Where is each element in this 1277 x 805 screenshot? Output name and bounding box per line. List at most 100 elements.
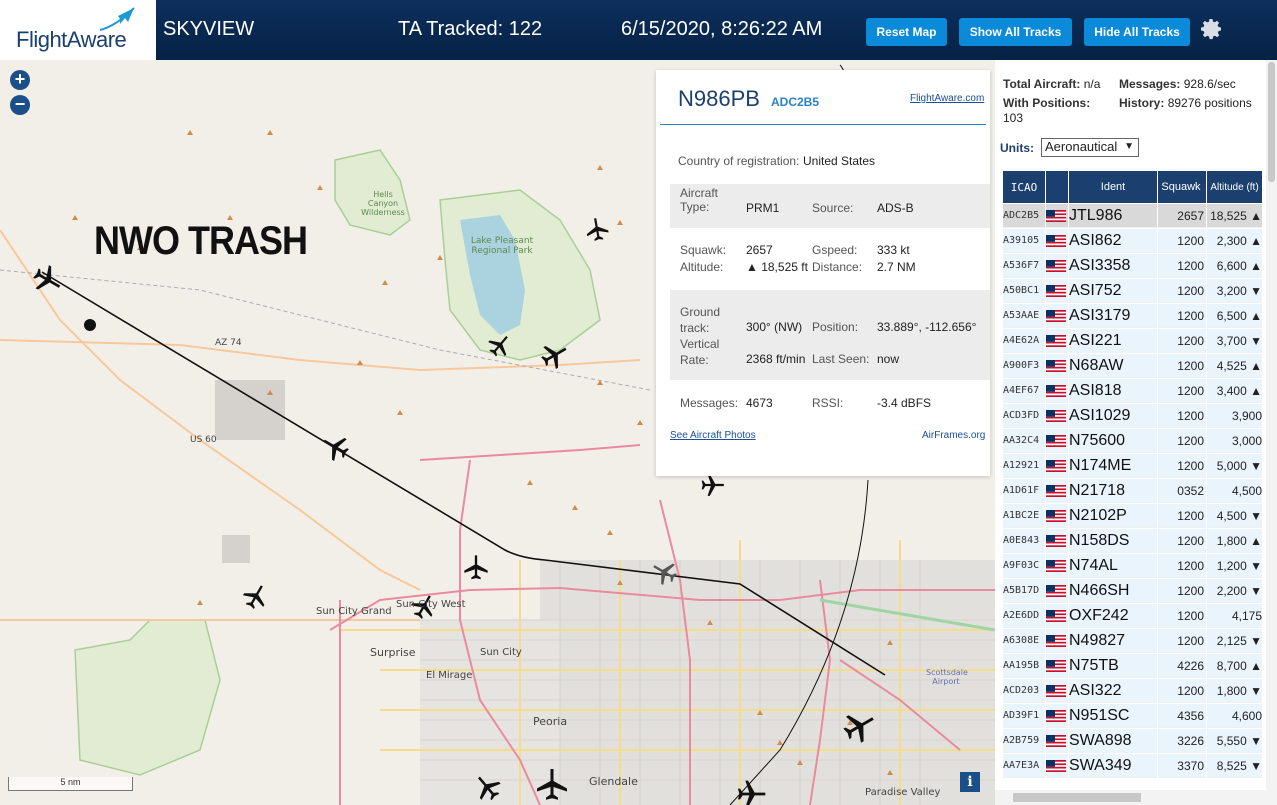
row-altitude: 5,000 ▼ <box>1207 454 1262 478</box>
history-label: History: <box>1119 96 1165 110</box>
column-header-ident[interactable]: Ident <box>1069 171 1157 203</box>
row-icao: AD39F1 <box>1003 704 1045 728</box>
table-row[interactable]: A50BC1 ASI752 1200 3,200 ▼ <box>1003 279 1262 303</box>
table-row[interactable]: ACD3FD ASI1029 1200 3,900 <box>1003 404 1262 428</box>
table-row[interactable]: A2B759 SWA898 3226 5,550 ▼ <box>1003 729 1262 753</box>
aircraft-icon[interactable] <box>487 332 513 358</box>
map-label: Sun City West <box>396 599 466 610</box>
aircraft-icon[interactable] <box>320 432 350 462</box>
table-row[interactable]: A1D61F N21718 0352 4,500 <box>1003 479 1262 503</box>
row-flag <box>1046 354 1068 378</box>
row-ident: SWA898 <box>1069 729 1157 753</box>
last-seen-value: now <box>877 352 900 366</box>
us-flag-icon <box>1046 585 1066 598</box>
table-row[interactable]: A900F3 N68AW 1200 4,525 ▲ <box>1003 354 1262 378</box>
row-flag <box>1046 679 1068 703</box>
us-flag-icon <box>1046 735 1066 748</box>
aircraft-icon[interactable] <box>242 582 270 610</box>
column-header-icao[interactable]: ICAO <box>1003 171 1045 203</box>
show-all-tracks-button[interactable]: Show All Tracks <box>959 18 1072 46</box>
table-row[interactable]: AA7E3A SWA349 3370 8,525 ▼ <box>1003 754 1262 778</box>
squawk-label: Squawk: <box>680 243 727 257</box>
flightaware-link[interactable]: FlightAware.com <box>910 93 984 104</box>
row-flag <box>1046 429 1068 453</box>
table-row[interactable]: A536F7 ASI3358 1200 6,600 ▲ <box>1003 254 1262 278</box>
aircraft-type-value: PRM1 <box>746 201 780 215</box>
row-flag <box>1046 579 1068 603</box>
table-row[interactable]: A6308E N49827 1200 2,125 ▼ <box>1003 629 1262 653</box>
column-header-flag[interactable] <box>1046 171 1068 203</box>
table-row[interactable]: AA195B N75TB 4226 8,700 ▲ <box>1003 654 1262 678</box>
row-squawk: 1200 <box>1158 229 1206 253</box>
row-squawk: 1200 <box>1158 679 1206 703</box>
row-flag <box>1046 754 1068 778</box>
table-row[interactable]: A4EF67 ASI818 1200 3,400 ▲ <box>1003 379 1262 403</box>
aircraft-icon[interactable] <box>534 766 570 802</box>
column-header-altitude[interactable]: Altitude (ft) <box>1207 171 1262 203</box>
horizontal-scrollbar-thumb[interactable] <box>1013 793 1141 802</box>
reset-map-button[interactable]: Reset Map <box>866 18 947 46</box>
airframes-link[interactable]: AirFrames.org <box>922 430 985 441</box>
table-row[interactable]: A0E843 N158DS 1200 1,800 ▲ <box>1003 529 1262 553</box>
us-flag-icon <box>1046 235 1066 248</box>
row-squawk: 1200 <box>1158 529 1206 553</box>
table-row[interactable]: A5B17D N466SH 1200 2,200 ▼ <box>1003 579 1262 603</box>
aircraft-icon[interactable] <box>540 340 570 370</box>
row-squawk: 1200 <box>1158 254 1206 278</box>
row-squawk: 1200 <box>1158 604 1206 628</box>
zoom-in-button[interactable]: + <box>10 70 30 90</box>
logo-text: FlightAware <box>16 27 127 52</box>
aircraft-icon[interactable] <box>584 216 610 242</box>
aircraft-table: ICAO Ident Squawk Altitude (ft) ADC2B5 JT… <box>1002 170 1263 779</box>
map-label: Sun City <box>480 647 522 658</box>
table-row[interactable]: ADC2B5 JTL986 2657 18,525 ▲ <box>1003 204 1262 228</box>
distance-label: Distance: <box>812 260 863 274</box>
table-row[interactable]: A9F03C N74AL 1200 1,200 ▼ <box>1003 554 1262 578</box>
column-header-squawk[interactable]: Squawk <box>1158 171 1206 203</box>
selected-aircraft-icon[interactable] <box>650 558 678 586</box>
table-row[interactable]: A39105 ASI862 1200 2,300 ▲ <box>1003 229 1262 253</box>
map-label: Peoria <box>533 715 568 728</box>
us-flag-icon <box>1046 535 1066 548</box>
aircraft-icon[interactable] <box>842 708 878 744</box>
aircraft-icon[interactable] <box>32 264 64 296</box>
aircraft-photos-link[interactable]: See Aircraft Photos <box>670 430 756 441</box>
table-row[interactable]: A12921 N174ME 1200 5,000 ▼ <box>1003 454 1262 478</box>
row-flag <box>1046 529 1068 553</box>
map-label: Hells Canyon Wilderness <box>361 190 405 217</box>
table-row[interactable]: A53AAE ASI3179 1200 6,500 ▲ <box>1003 304 1262 328</box>
row-altitude: 3,900 <box>1207 404 1262 428</box>
table-row[interactable]: ACD203 ASI322 1200 1,800 ▼ <box>1003 679 1262 703</box>
gear-icon[interactable] <box>1200 17 1224 41</box>
row-squawk: 1200 <box>1158 504 1206 528</box>
row-flag <box>1046 704 1068 728</box>
map-label: Glendale <box>589 775 638 788</box>
table-row[interactable]: A4E62A ASI221 1200 3,700 ▼ <box>1003 329 1262 353</box>
aircraft-icon[interactable] <box>472 772 502 802</box>
info-icon[interactable]: i <box>960 772 980 792</box>
aircraft-icon[interactable] <box>736 778 768 805</box>
row-flag <box>1046 404 1068 428</box>
row-icao: A1D61F <box>1003 479 1045 503</box>
row-flag <box>1046 329 1068 353</box>
table-row[interactable]: AD39F1 N951SC 4356 4,600 <box>1003 704 1262 728</box>
row-altitude: 2,200 ▼ <box>1207 579 1262 603</box>
us-flag-icon <box>1046 760 1066 773</box>
horizontal-scrollbar[interactable] <box>995 790 1266 805</box>
logo[interactable]: FlightAware <box>0 0 156 60</box>
selected-callsign: N986PB <box>678 86 760 111</box>
us-flag-icon <box>1046 335 1066 348</box>
overlay-text: NWO TRASH <box>94 217 308 263</box>
hide-all-tracks-button[interactable]: Hide All Tracks <box>1084 18 1190 46</box>
aircraft-icon[interactable] <box>462 553 490 581</box>
table-row[interactable]: AA32C4 N75600 1200 3,000 <box>1003 429 1262 453</box>
row-squawk: 4356 <box>1158 704 1206 728</box>
table-row[interactable]: A2E6DD OXF242 1200 4,175 <box>1003 604 1262 628</box>
table-row[interactable]: A1BC2E N2102P 1200 4,500 ▼ <box>1003 504 1262 528</box>
scrollbar-thumb[interactable] <box>1268 62 1275 182</box>
zoom-out-button[interactable]: − <box>10 95 30 115</box>
row-icao: A4EF67 <box>1003 379 1045 403</box>
row-icao: A536F7 <box>1003 254 1045 278</box>
vertical-scrollbar[interactable] <box>1266 60 1277 805</box>
units-select[interactable]: Aeronautical ▼ <box>1041 138 1139 157</box>
